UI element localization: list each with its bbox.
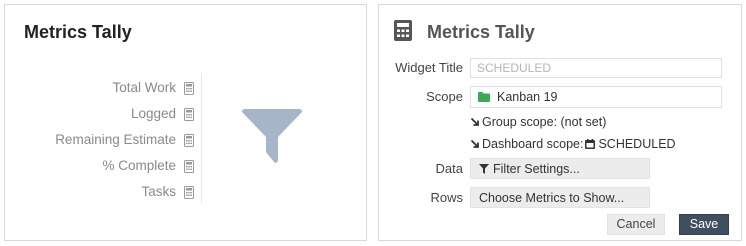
metric-row-total-work: Total Work [5, 79, 201, 105]
metric-row-logged: Logged [5, 105, 201, 131]
filter-icon [479, 164, 489, 174]
metrics-tally-widget-preview: Metrics Tally Total Work Logged Remainin… [4, 4, 367, 241]
funnel-icon [242, 109, 302, 163]
calculator-icon [184, 134, 194, 147]
group-scope-note: Group scope: (not set) [470, 115, 606, 129]
filter-settings-content: Filter Settings... [479, 162, 580, 176]
dashboard-scope-prefix: Dashboard scope: [482, 137, 584, 151]
widget-title-input[interactable] [470, 58, 722, 78]
arrow-down-right-icon [470, 139, 479, 148]
calculator-icon [184, 186, 194, 199]
filter-settings-button[interactable]: Filter Settings... [470, 158, 650, 179]
metric-label: % Complete [102, 158, 176, 173]
calculator-icon [184, 108, 194, 121]
save-button[interactable]: Save [679, 214, 729, 235]
calculator-icon [184, 160, 194, 173]
folder-icon [478, 92, 490, 102]
choose-metrics-label: Choose Metrics to Show... [479, 191, 625, 205]
calculator-icon [184, 82, 194, 95]
dashboard-scope-note: Dashboard scope: SCHEDULED [470, 137, 676, 151]
metric-list: Total Work Logged Remaining Estimate % C… [5, 79, 201, 209]
metric-row-percent-complete: % Complete [5, 157, 201, 183]
metric-row-remaining-estimate: Remaining Estimate [5, 131, 201, 157]
panel-title: Metrics Tally [427, 22, 535, 42]
dashboard-icon [585, 139, 596, 149]
scope-selector[interactable]: Kanban 19 [470, 86, 722, 108]
cancel-button[interactable]: Cancel [607, 214, 665, 235]
scope-value: Kanban 19 [497, 90, 558, 104]
calculator-icon [394, 20, 412, 41]
metric-label: Remaining Estimate [55, 132, 176, 147]
arrow-down-right-icon [470, 117, 479, 126]
choose-metrics-button[interactable]: Choose Metrics to Show... [470, 187, 650, 208]
group-scope-text: Group scope: (not set) [482, 115, 607, 129]
metrics-tally-settings-panel: Metrics Tally Widget Title Scope Kanban … [378, 4, 742, 241]
widget-title: Metrics Tally [24, 22, 132, 42]
widget-title-label: Widget Title [395, 60, 463, 75]
metric-label: Tasks [141, 184, 176, 199]
metric-row-tasks: Tasks [5, 183, 201, 209]
metric-label: Logged [130, 106, 176, 121]
metric-label: Total Work [112, 80, 176, 95]
dashboard-scope-value: SCHEDULED [598, 137, 676, 151]
filter-settings-label: Filter Settings... [493, 162, 580, 176]
rows-label: Rows [430, 190, 463, 205]
divider [201, 73, 202, 203]
data-label: Data [435, 161, 463, 176]
scope-label: Scope [426, 89, 463, 104]
